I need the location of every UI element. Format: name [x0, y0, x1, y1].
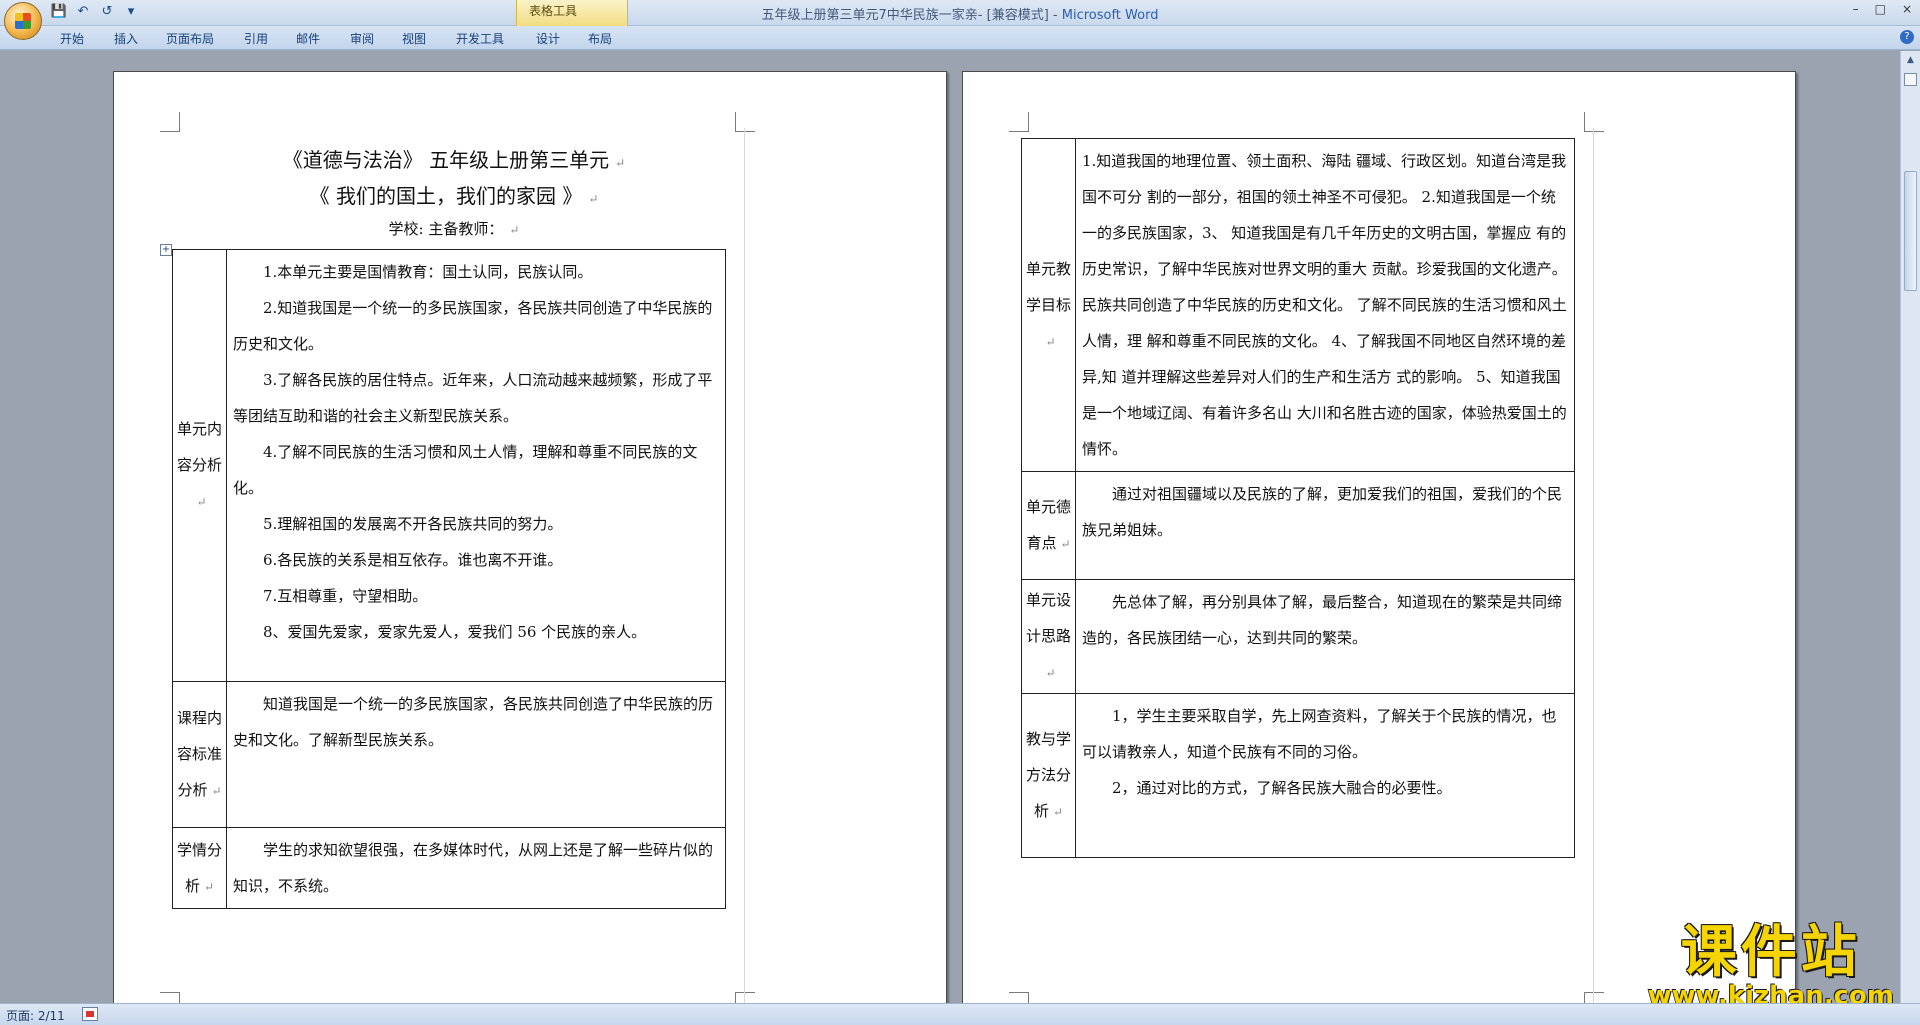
table-row: 单元教学目标↵ 1.知道我国的地理位置、领土面积、海陆 疆域、行政区划。知道台湾…	[1021, 138, 1575, 472]
tab-page-layout[interactable]: 页面布局	[166, 30, 214, 47]
paragraph: 知道我国是一个统一的多民族国家，各民族共同创造了中华民族的历史和文化。了解新型民…	[233, 695, 714, 749]
paragraph: 2，通过对比的方式，了解各民族大融合的必要性。	[1112, 779, 1452, 797]
maximize-icon[interactable]: □	[1875, 2, 1886, 16]
paragraph: 8、爱国先爱家，爱家先爱人，爱我们 56 个民族的亲人。	[263, 623, 647, 641]
tab-mailings[interactable]: 邮件	[296, 30, 320, 47]
help-icon[interactable]: ?	[1900, 30, 1914, 44]
document-title-line1: 《道德与法治》 五年级上册第三单元 ↵	[282, 148, 626, 172]
paragraph: 通过对祖国疆域以及民族的了解，更加爱我们的祖国，爱我们的个民族兄弟姐妹。	[1082, 485, 1563, 539]
row-content-design-ideas[interactable]: 先总体了解，再分别具体了解，最后整合，知道现在的繁荣是共同缔造的，各民族团结一心…	[1075, 579, 1575, 694]
paragraph: 1.本单元主要是国情教育：国土认同，民族认同。	[263, 263, 593, 281]
paragraph: 5.理解祖国的发展离不开各民族共同的努力。	[263, 515, 563, 533]
paragraph: 先总体了解，再分别具体了解，最后整合，知道现在的繁荣是共同缔造的，各民族团结一心…	[1082, 593, 1563, 647]
crop-mark	[160, 992, 180, 1003]
crop-mark	[735, 112, 755, 132]
table-row: 课程内容标准分析 ↵ 知道我国是一个统一的多民族国家，各民族共同创造了中华民族的历…	[172, 681, 726, 828]
row-label-teaching-goals[interactable]: 单元教学目标↵	[1021, 138, 1076, 472]
tab-developer[interactable]: 开发工具	[456, 30, 504, 47]
row-content-moral-education[interactable]: 通过对祖国疆域以及民族的了解，更加爱我们的祖国，爱我们的个民族兄弟姐妹。	[1075, 471, 1575, 580]
close-icon[interactable]: ×	[1902, 2, 1912, 16]
paragraph: 1.知道我国的地理位置、领土面积、海陆 疆域、行政区划。知道台湾是我国不可分 割…	[1082, 152, 1567, 458]
row-content-unit-content[interactable]: 1.本单元主要是国情教育：国土认同，民族认同。 2.知道我国是一个统一的多民族国…	[226, 249, 726, 682]
page-margin-line	[1593, 128, 1594, 1003]
row-label-unit-content[interactable]: 单元内容分析↵	[172, 249, 227, 682]
undo-icon[interactable]: ↶	[74, 3, 92, 21]
quick-access-toolbar: 💾 ↶ ↺ ▾	[50, 3, 140, 21]
row-content-teaching-goals[interactable]: 1.知道我国的地理位置、领土面积、海陆 疆域、行政区划。知道台湾是我国不可分 割…	[1075, 138, 1575, 472]
customize-icon[interactable]: ▾	[122, 3, 140, 21]
page-right[interactable]: 单元教学目标↵ 1.知道我国的地理位置、领土面积、海陆 疆域、行政区划。知道台湾…	[962, 71, 1796, 1003]
table-row: 学情分析 ↵ 学生的求知欲望很强，在多媒体时代，从网上还是了解一些碎片似的知识，不…	[172, 827, 726, 909]
scroll-thumb[interactable]	[1904, 171, 1917, 291]
watermark-text: 课件站	[1680, 920, 1861, 985]
paragraph: 学生的求知欲望很强，在多媒体时代，从网上还是了解一些碎片似的知识，不系统。	[233, 841, 714, 895]
tab-layout[interactable]: 布局	[588, 30, 612, 47]
office-button[interactable]	[4, 2, 42, 40]
app-name: Microsoft Word	[1061, 8, 1159, 23]
row-content-learner-analysis[interactable]: 学生的求知欲望很强，在多媒体时代，从网上还是了解一些碎片似的知识，不系统。	[226, 827, 726, 909]
paragraph: 2.知道我国是一个统一的多民族国家，各民族共同创造了中华民族的历史和文化。	[233, 299, 713, 353]
scroll-up-icon[interactable]: ▲	[1904, 55, 1917, 68]
document-title-line2: 《 我们的国土，我们的家园 》 ↵	[309, 184, 599, 208]
status-bar: 页面: 2/11	[0, 1003, 1920, 1025]
redo-icon[interactable]: ↺	[98, 3, 116, 21]
view-ruler-icon[interactable]	[1904, 73, 1917, 86]
tab-insert[interactable]: 插入	[114, 30, 138, 47]
proofing-icon[interactable]	[82, 1007, 98, 1021]
table-row: 单元德育点 ↵ 通过对祖国疆域以及民族的了解，更加爱我们的祖国，爱我们的个民族兄弟…	[1021, 471, 1575, 580]
crop-mark	[1584, 112, 1604, 132]
paragraph: 7.互相尊重，守望相助。	[263, 587, 428, 605]
row-label-design-ideas[interactable]: 单元设计思路↵	[1021, 579, 1076, 694]
paragraph: 3.了解各民族的居住特点。近年来，人口流动越来越频繁，形成了平等团结互助和谐的社…	[233, 371, 713, 425]
unit-goals-table: 单元教学目标↵ 1.知道我国的地理位置、领土面积、海陆 疆域、行政区划。知道台湾…	[1021, 138, 1575, 858]
crop-mark	[1009, 992, 1029, 1003]
table-move-handle[interactable]: +	[160, 244, 172, 256]
tab-references[interactable]: 引用	[244, 30, 268, 47]
row-label-learner-analysis[interactable]: 学情分析 ↵	[172, 827, 227, 909]
crop-mark	[1009, 112, 1029, 132]
page-margin-line	[744, 128, 745, 1003]
tab-review[interactable]: 审阅	[350, 30, 374, 47]
save-icon[interactable]: 💾	[50, 3, 68, 21]
tab-home[interactable]: 开始	[60, 30, 84, 47]
table-row: 单元内容分析↵ 1.本单元主要是国情教育：国土认同，民族认同。 2.知道我国是一…	[172, 249, 726, 682]
window-controls: – □ ×	[1853, 2, 1912, 16]
window-title: 五年级上册第三单元7中华民族一家亲- [兼容模式] - Microsoft Wo…	[0, 4, 1920, 23]
page-left[interactable]: 《道德与法治》 五年级上册第三单元 ↵ 《 我们的国土，我们的家园 》 ↵ 学校: …	[113, 71, 947, 1003]
paragraph: 6.各民族的关系是相互依存。谁也离不开谁。	[263, 551, 563, 569]
table-row: 单元设计思路↵ 先总体了解，再分别具体了解，最后整合，知道现在的繁荣是共同缔造的…	[1021, 579, 1575, 694]
title-bar: 表格工具 五年级上册第三单元7中华民族一家亲- [兼容模式] - Microso…	[0, 0, 1920, 26]
document-school-line: 学校: 主备教师： ↵	[388, 220, 520, 238]
paragraph: 1，学生主要采取自学，先上网查资料，了解关于个民族的情况，也可以请教亲人，知道个…	[1082, 707, 1557, 761]
row-label-curriculum-standards[interactable]: 课程内容标准分析 ↵	[172, 681, 227, 828]
tab-view[interactable]: 视图	[402, 30, 426, 47]
ribbon-tab-bar: 开始 插入 页面布局 引用 邮件 审阅 视图 开发工具 设计 布局 ?	[0, 26, 1920, 50]
crop-mark	[735, 992, 755, 1003]
tab-design[interactable]: 设计	[536, 30, 560, 47]
row-content-curriculum-standards[interactable]: 知道我国是一个统一的多民族国家，各民族共同创造了中华民族的历史和文化。了解新型民…	[226, 681, 726, 828]
document-workarea[interactable]: 《道德与法治》 五年级上册第三单元 ↵ 《 我们的国土，我们的家园 》 ↵ 学校: …	[0, 51, 1900, 1003]
document-title: 五年级上册第三单元7中华民族一家亲- [兼容模式] -	[761, 8, 1062, 23]
crop-mark	[1584, 992, 1604, 1003]
minimize-icon[interactable]: –	[1853, 2, 1859, 16]
row-label-moral-education[interactable]: 单元德育点 ↵	[1021, 471, 1076, 580]
paragraph: 4.了解不同民族的生活习惯和风土人情，理解和尊重不同民族的文化。	[233, 443, 698, 497]
watermark-logo: 课件站 www.kjzhan.com	[1648, 920, 1894, 1011]
unit-analysis-table: 单元内容分析↵ 1.本单元主要是国情教育：国土认同，民族认同。 2.知道我国是一…	[172, 249, 726, 909]
row-label-teaching-methods[interactable]: 教与学方法分析 ↵	[1021, 693, 1076, 858]
row-content-teaching-methods[interactable]: 1，学生主要采取自学，先上网查资料，了解关于个民族的情况，也可以请教亲人，知道个…	[1075, 693, 1575, 858]
crop-mark	[160, 112, 180, 132]
page-counter[interactable]: 页面: 2/11	[6, 1007, 65, 1024]
vertical-scrollbar[interactable]: ▲	[1900, 51, 1920, 1003]
table-row: 教与学方法分析 ↵ 1，学生主要采取自学，先上网查资料，了解关于个民族的情况，也可…	[1021, 693, 1575, 858]
